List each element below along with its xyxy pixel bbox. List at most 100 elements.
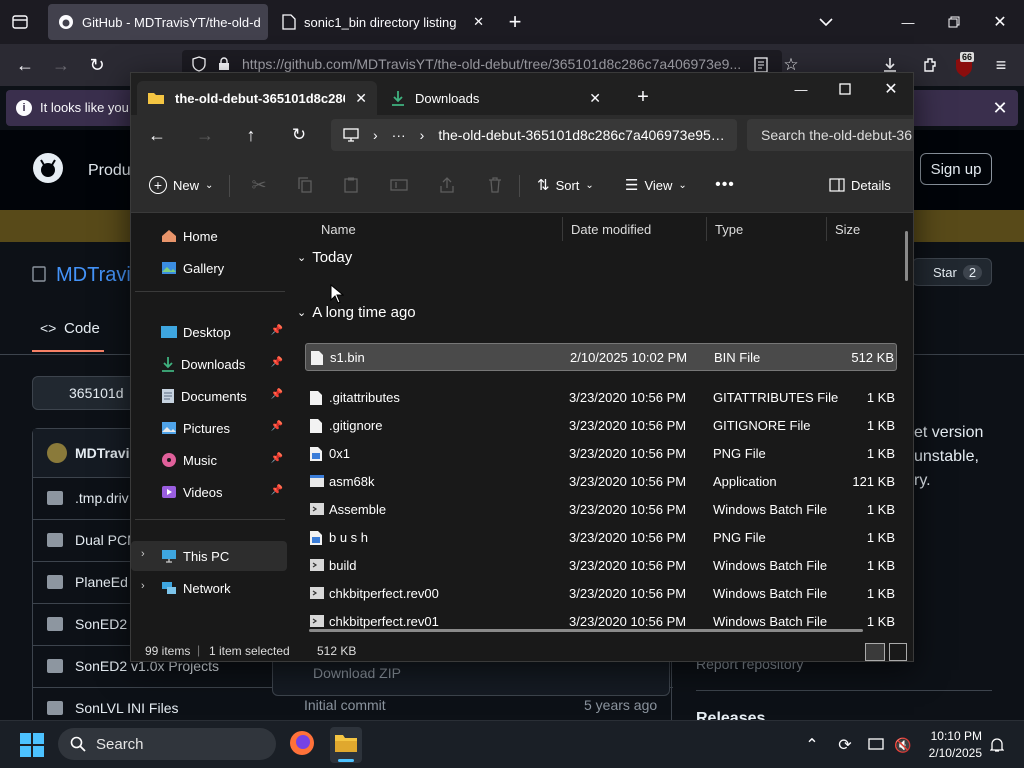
volume-muted-icon[interactable]: 🔇 — [892, 735, 914, 755]
forward-icon[interactable]: → — [48, 52, 74, 78]
explorer-tab-active[interactable]: the-old-debut-365101d8c286c ✕ — [137, 81, 377, 115]
nav-item-music[interactable]: Music 📌 — [131, 445, 287, 475]
nav-item-videos[interactable]: Videos 📌 — [131, 477, 287, 507]
group-header-long-ago[interactable]: ⌄ A long time ago — [297, 300, 416, 324]
new-tab-icon[interactable]: + — [631, 85, 655, 109]
details-view-toggle-icon[interactable] — [865, 643, 885, 661]
clock-date[interactable]: 2/10/2025 — [916, 746, 982, 760]
expand-chevron-icon[interactable]: › — [141, 580, 145, 592]
column-header-date[interactable]: Date modified — [563, 217, 707, 241]
up-icon[interactable]: ↑ — [239, 123, 263, 147]
menu-icon[interactable]: ≡ — [988, 52, 1014, 78]
nav-item-desktop[interactable]: Desktop 📌 — [131, 317, 287, 347]
nav-item-downloads[interactable]: Downloads 📌 — [131, 349, 287, 379]
pin-icon[interactable]: 📌 — [271, 325, 283, 336]
file-row[interactable]: asm68k 3/23/2020 10:56 PM Application 121 K… — [305, 468, 897, 496]
restore-icon[interactable] — [942, 10, 966, 34]
file-row[interactable]: Assemble 3/23/2020 10:56 PM Windows Batch … — [305, 496, 897, 524]
forward-icon[interactable]: → — [193, 123, 217, 147]
browser-tab-sonic-listing[interactable]: sonic1_bin directory listing ✕ — [272, 4, 494, 40]
back-icon[interactable]: ← — [12, 52, 38, 78]
address-bar[interactable]: › ··· › the-old-debut-365101d8c286c7a406… — [331, 119, 737, 151]
horizontal-scrollbar[interactable] — [309, 629, 863, 632]
close-window-icon[interactable]: ✕ — [879, 77, 903, 101]
branch-selector[interactable]: 365101d — [32, 376, 142, 410]
tab-code[interactable]: Code — [64, 320, 100, 337]
file-row[interactable]: chkbitperfect.rev00 3/23/2020 10:56 PM Win… — [305, 580, 897, 608]
firefox-view-icon[interactable] — [8, 10, 32, 34]
paste-icon[interactable] — [339, 169, 363, 201]
pin-icon[interactable]: 📌 — [271, 389, 283, 400]
extensions-icon[interactable] — [916, 52, 944, 78]
tray-chevron-icon[interactable]: ⌃ — [802, 735, 822, 755]
file-row[interactable]: b u s h 3/23/2020 10:56 PM PNG File 1 KB — [305, 524, 897, 552]
close-notice-icon[interactable]: ✕ — [988, 96, 1012, 120]
file-row[interactable]: .gitignore 3/23/2020 10:56 PM GITIGNORE Fi… — [305, 412, 897, 440]
maximize-icon[interactable] — [833, 77, 857, 101]
nav-item-pictures[interactable]: Pictures 📌 — [131, 413, 287, 443]
reload-icon[interactable]: ↻ — [84, 52, 110, 78]
details-button[interactable]: Details — [829, 169, 891, 201]
pin-icon[interactable]: 📌 — [271, 357, 283, 368]
nav-item-gallery[interactable]: Gallery — [131, 253, 287, 283]
pin-icon[interactable]: 📌 — [271, 485, 283, 496]
nav-item-network[interactable]: › Network — [131, 573, 287, 603]
product-menu[interactable]: Produ — [88, 162, 131, 180]
sign-up-button[interactable]: Sign up — [920, 153, 992, 185]
list-tabs-chevron-icon[interactable] — [814, 10, 838, 34]
minimize-icon[interactable]: — — [896, 10, 920, 34]
breadcrumb-chevron-icon[interactable]: › — [420, 127, 425, 143]
pin-icon[interactable]: 📌 — [271, 453, 283, 464]
column-header-type[interactable]: Type — [707, 217, 827, 241]
refresh-icon[interactable]: ↻ — [287, 123, 311, 147]
close-tab-icon[interactable]: ✕ — [355, 90, 367, 107]
network-tray-icon[interactable] — [866, 735, 888, 755]
close-tab-icon[interactable]: ✕ — [473, 14, 484, 30]
column-header-size[interactable]: Size — [827, 217, 907, 241]
pin-icon[interactable]: 📌 — [271, 421, 283, 432]
clock-time[interactable]: 10:10 PM — [916, 729, 982, 743]
copy-icon[interactable] — [293, 169, 317, 201]
minimize-icon[interactable]: — — [789, 77, 813, 101]
delete-icon[interactable] — [483, 169, 507, 201]
share-icon[interactable] — [435, 169, 459, 201]
cut-icon[interactable]: ✂ — [247, 169, 271, 201]
more-options-icon[interactable]: ••• — [713, 169, 737, 201]
new-tab-icon[interactable]: + — [503, 9, 527, 34]
nav-item-home[interactable]: Home — [131, 221, 287, 251]
expand-chevron-icon[interactable]: › — [141, 548, 145, 560]
file-row[interactable]: 0x1 3/23/2020 10:56 PM PNG File 1 KB — [305, 440, 897, 468]
browser-tab-github[interactable]: GitHub - MDTravisYT/the-old-d ✕ — [48, 4, 268, 40]
sort-button[interactable]: ⇅ Sort ⌄ — [537, 169, 594, 201]
breadcrumb-chevron-icon[interactable]: › — [373, 127, 378, 143]
ublock-icon[interactable]: 66 — [952, 52, 978, 78]
firefox-taskbar-icon[interactable] — [288, 729, 316, 757]
search-input[interactable]: Search the-old-debut-36 — [747, 119, 913, 151]
file-row[interactable]: .gitattributes 3/23/2020 10:56 PM GITATTRI… — [305, 384, 897, 412]
more-crumbs-icon[interactable]: ··· — [392, 127, 406, 143]
view-button[interactable]: ☰ View ⌄ — [625, 169, 687, 201]
star-button[interactable]: Star 2 — [912, 258, 992, 286]
close-window-icon[interactable]: ✕ — [988, 10, 1012, 34]
commit-author[interactable]: MDTravis — [75, 445, 137, 461]
vertical-scrollbar[interactable] — [905, 231, 908, 281]
close-tab-icon[interactable]: ✕ — [589, 90, 601, 107]
file-row[interactable]: build 3/23/2020 10:56 PM Windows Batch Fil… — [305, 552, 897, 580]
github-logo-icon[interactable] — [32, 152, 64, 184]
explorer-tab-downloads[interactable]: Downloads ✕ — [381, 81, 611, 115]
taskbar-search-box[interactable]: Search — [58, 728, 276, 760]
column-header-name[interactable]: Name — [313, 217, 563, 241]
nav-item-this-pc[interactable]: › This PC — [131, 541, 287, 571]
repo-owner-link[interactable]: MDTravis — [56, 264, 141, 287]
sync-icon[interactable]: ⟳ — [834, 735, 856, 755]
rename-icon[interactable] — [387, 169, 411, 201]
notifications-bell-icon[interactable] — [986, 735, 1008, 755]
back-icon[interactable]: ← — [145, 123, 169, 147]
tiles-view-toggle-icon[interactable] — [889, 643, 907, 661]
file-row-selected[interactable]: s1.bin 2/10/2025 10:02 PM BIN File 512 K… — [305, 343, 897, 371]
explorer-taskbar-icon[interactable] — [330, 727, 362, 763]
nav-item-documents[interactable]: Documents 📌 — [131, 381, 287, 411]
new-button[interactable]: + New ⌄ — [149, 169, 213, 201]
group-header-today[interactable]: ⌄ Today — [297, 245, 352, 269]
start-windows-icon[interactable] — [20, 733, 44, 757]
